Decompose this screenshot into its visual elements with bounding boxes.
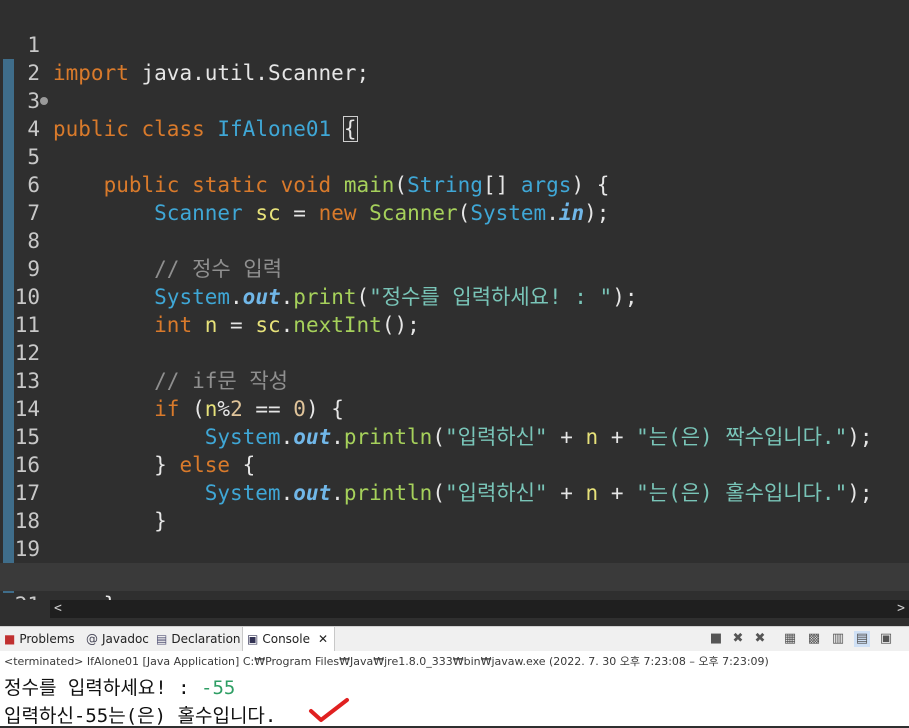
- javadoc-icon: @: [86, 632, 98, 646]
- fold-toggle-icon[interactable]: [40, 97, 48, 105]
- code-line-20: 20 }: [0, 535, 909, 600]
- code-line-16: 16 System.out.println("입력하신" + n + "는(은)…: [0, 423, 909, 505]
- tab-declaration[interactable]: ▤ Declaration: [156, 627, 241, 652]
- tab-problems[interactable]: ■ Problems: [4, 627, 75, 652]
- remove-all-icon[interactable]: ✖: [752, 631, 768, 647]
- tab-label: Declaration: [171, 632, 241, 646]
- code-line-10: 10 int n = sc.nextInt();: [0, 255, 909, 337]
- console-line-1: 정수를 입력하세요! : -55: [4, 673, 235, 700]
- tab-label: Console: [262, 632, 310, 646]
- clear-console-icon[interactable]: ▦: [782, 631, 798, 647]
- horizontal-scrollbar[interactable]: < >: [50, 600, 909, 618]
- code-line-8: 8 // 정수 입력: [0, 199, 909, 281]
- console-prompt: 정수를 입력하세요! :: [4, 677, 202, 699]
- remove-launch-icon[interactable]: ✖: [730, 631, 746, 647]
- tab-label: Javadoc: [102, 632, 149, 646]
- check-mark-icon: [309, 698, 349, 722]
- code-line-2: 2: [0, 31, 909, 85]
- problems-icon: ■: [4, 632, 16, 646]
- tab-javadoc[interactable]: @ Javadoc: [86, 627, 149, 652]
- tab-label: Problems: [19, 632, 75, 646]
- console-icon: ▣: [247, 632, 259, 646]
- code-line-1: 1 import java.util.Scanner;: [0, 3, 909, 85]
- declaration-icon: ▤: [156, 632, 168, 646]
- code-line-7: 7: [0, 171, 909, 225]
- code-line-21: 21 }: [0, 563, 909, 600]
- pin-console-icon[interactable]: ▤: [854, 631, 870, 647]
- code-editor[interactable]: 1 import java.util.Scanner; 2 3 public c…: [0, 0, 909, 600]
- code-line-14: 14 System.out.println("입력하신" + n + "는(은)…: [0, 367, 909, 449]
- terminate-icon[interactable]: ■: [708, 631, 724, 647]
- code-line-18: 18: [0, 479, 909, 533]
- code-line-13: 13 if (n%2 == 0) {: [0, 339, 909, 421]
- code-line-19: 19 sc.close();: [0, 507, 909, 589]
- line-number: 21: [0, 591, 40, 600]
- display-console-icon[interactable]: ▣: [878, 631, 894, 647]
- code-line-4: 4 public static void main(String[] args)…: [0, 87, 909, 197]
- code-line-5: 5: [0, 115, 909, 169]
- scroll-left-icon[interactable]: <: [54, 600, 62, 618]
- code-line-9: 9 System.out.print("정수를 입력하세요! : ");: [0, 227, 909, 309]
- code-line-11: 11: [0, 283, 909, 337]
- code-line-6: 6 Scanner sc = new Scanner(System.in);: [0, 143, 909, 225]
- code-line-17: 17 }: [0, 451, 909, 533]
- console-input: -55: [201, 677, 236, 699]
- tab-console[interactable]: ▣ Console ✕: [242, 627, 336, 652]
- scroll-right-icon[interactable]: >: [897, 600, 905, 618]
- console-output[interactable]: <terminated> IfAlone01 [Java Application…: [0, 651, 909, 727]
- scroll-lock-icon[interactable]: ▩: [806, 631, 822, 647]
- token-text: }: [104, 593, 117, 600]
- code-line-12: 12 // if문 작성: [0, 311, 909, 393]
- view-tabs-bar: ■ Problems @ Javadoc ▤ Declaration ▣ Console…: [0, 626, 909, 652]
- code-line-3: 3 public class IfAlone01 {: [0, 59, 909, 142]
- word-wrap-icon[interactable]: ▥: [830, 631, 846, 647]
- terminated-status: <terminated> IfAlone01 [Java Application…: [4, 655, 769, 668]
- console-line-2: 입력하신-55는(은) 홀수입니다.: [4, 705, 277, 727]
- close-icon[interactable]: ✕: [318, 632, 328, 646]
- code-line-15: 15 } else {: [0, 395, 909, 477]
